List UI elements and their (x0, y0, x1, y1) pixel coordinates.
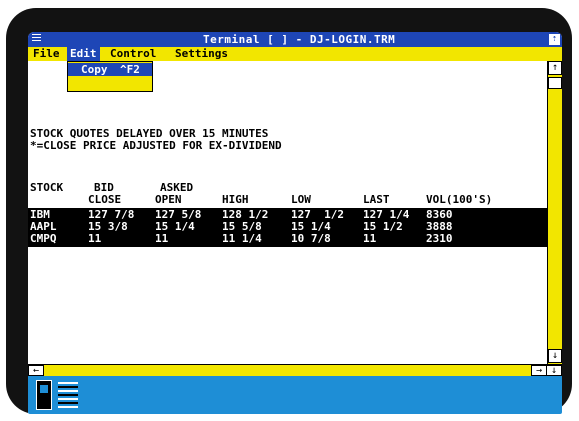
scroll-left-icon[interactable]: ← (28, 365, 44, 376)
menu-item-copy[interactable]: Copy ^F2 (68, 63, 152, 76)
header-low: LOW (291, 193, 311, 206)
menu-bar: File Edit Control Settings (28, 47, 562, 61)
header-last: LAST (363, 193, 390, 206)
terminal-app-icon[interactable] (36, 380, 52, 410)
window-title: Terminal [ ] - DJ-LOGIN.TRM (203, 33, 396, 46)
monitor-bezel: Terminal [ ] - DJ-LOGIN.TRM ⇡ File Edit … (6, 8, 572, 414)
header-vol: VOL(100'S) (426, 193, 493, 206)
menu-edit[interactable]: Edit (67, 47, 100, 61)
cell-open: 11 (155, 232, 169, 245)
title-bar: Terminal [ ] - DJ-LOGIN.TRM ⇡ (28, 32, 562, 47)
icon-area (28, 376, 562, 414)
quotes-table: IBM 127 7/8 127 5/8 128 1/2 127 1/2 127 … (28, 208, 547, 247)
menu-file[interactable]: File (30, 47, 63, 61)
notice-line-2: *=CLOSE PRICE ADJUSTED FOR EX-DIVIDEND (30, 139, 282, 152)
screen: Terminal [ ] - DJ-LOGIN.TRM ⇡ File Edit … (28, 32, 562, 414)
cell-close: 11 (88, 232, 102, 245)
header-open: OPEN (155, 193, 182, 206)
cell-low: 10 7/8 (291, 232, 331, 245)
maximize-icon[interactable]: ⇡ (549, 34, 560, 45)
system-menu-icon[interactable] (32, 34, 41, 45)
cell-vol: 2310 (426, 232, 453, 245)
scroll-down-icon[interactable]: ↓ (548, 349, 562, 363)
scroll-up-icon[interactable]: ↑ (548, 61, 562, 75)
menu-control[interactable]: Control (107, 47, 159, 61)
header-high: HIGH (222, 193, 249, 206)
terminal-output: STOCK QUOTES DELAYED OVER 15 MINUTES *=C… (28, 61, 547, 364)
cell-last: 11 (363, 232, 377, 245)
scroll-thumb[interactable] (548, 77, 562, 89)
document-icon[interactable] (58, 382, 78, 408)
edit-menu-dropdown: Copy ^F2 (67, 61, 153, 92)
header-stock: STOCK (30, 181, 64, 194)
horizontal-scrollbar[interactable]: ← → ↓ (28, 364, 562, 376)
copy-shortcut: ^F2 (120, 63, 140, 76)
scroll-right-icon[interactable]: → (531, 365, 547, 376)
scroll-corner-icon[interactable]: ↓ (546, 365, 562, 376)
cell-high: 11 1/4 (222, 232, 262, 245)
menu-settings[interactable]: Settings (172, 47, 231, 61)
vertical-scrollbar[interactable]: ↑ ↓ (547, 61, 562, 364)
copy-label: Copy (81, 63, 108, 76)
header-close: CLOSE (88, 193, 122, 206)
cell-stock: CMPQ (30, 232, 57, 245)
